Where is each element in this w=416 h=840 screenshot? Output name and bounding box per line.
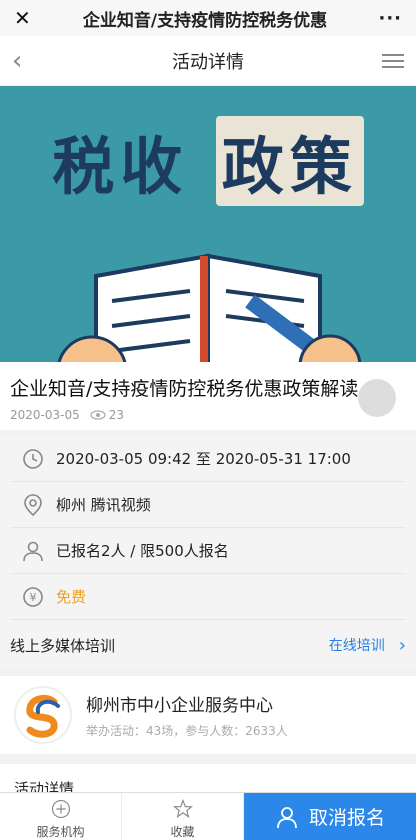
back-icon[interactable]: ‹ [12,46,40,76]
online-training-link[interactable]: 在线培训 › [329,635,406,656]
organizer-name: 柳州市中小企业服务中心 [86,696,273,716]
location-row: 柳州 腾讯视频 [10,482,406,528]
yuan-icon: ¥ [10,586,56,608]
location-pin-icon [10,493,56,517]
svg-text:¥: ¥ [30,591,37,604]
online-training-label: 在线培训 [328,638,385,654]
chevron-right-icon: › [398,634,406,656]
training-row[interactable]: 线上多媒体培训 在线培训 › [10,620,406,670]
person-icon [10,540,56,562]
signup-text: 已报名2人 / 限500人报名 [56,542,229,560]
detail-list: 2020-03-05 09:42 至 2020-05-31 17:00 柳州 腾… [0,436,416,670]
activity-header: 企业知音/支持疫情防控税务优惠政策解读 2020-03-05 23 [0,362,416,430]
cancel-signup-button[interactable]: 取消报名 [244,793,416,840]
more-icon[interactable]: ··· [372,8,402,29]
banner-image: 税收 政策 [0,86,416,362]
clock-icon [10,448,56,470]
close-icon[interactable]: ✕ [14,6,38,30]
nav-bar: ‹ 活动详情 [0,36,416,86]
views-icon: 23 [90,408,124,422]
organizer-info: 柳州市中小企业服务中心 举办活动：43场，参与人数：2633人 [86,691,288,739]
price-row: ¥ 免费 [10,574,406,620]
organizer-logo [14,686,72,744]
star-icon [172,799,193,819]
favorite-button[interactable]: 收藏 [122,793,244,840]
signup-row: 已报名2人 / 限500人报名 [10,528,406,574]
activity-title: 企业知音/支持疫情防控税务优惠政策解读 [10,378,359,400]
person-icon [277,806,297,828]
service-agency-button[interactable]: 服务机构 [0,793,122,840]
activity-date: 2020-03-05 [10,408,80,422]
organizer-stats: 举办活动：43场，参与人数：2633人 [86,724,288,738]
activity-meta: 2020-03-05 23 [10,408,406,422]
organizer-card[interactable]: 柳州市中小企业服务中心 举办活动：43场，参与人数：2633人 [0,676,416,754]
wechat-top-bar: ✕ 企业知音/支持疫情防控税务优惠 ··· [0,0,416,36]
training-type: 线上多媒体培训 [10,636,116,655]
bottom-bar: 服务机构 收藏 取消报名 [0,792,416,840]
plus-circle-icon [51,799,70,819]
location-text: 柳州 腾讯视频 [56,496,151,514]
views-count: 23 [108,408,125,422]
floating-button[interactable] [358,379,396,417]
book-illustration-icon [57,253,362,362]
time-text: 2020-03-05 09:42 至 2020-05-31 17:00 [56,450,351,468]
service-agency-label: 服务机构 [36,825,85,839]
wechat-title: 企业知音/支持疫情防控税务优惠 [82,10,328,31]
page-title: 活动详情 [172,51,244,73]
time-row: 2020-03-05 09:42 至 2020-05-31 17:00 [10,436,406,482]
price-text: 免费 [56,588,87,606]
favorite-label: 收藏 [170,825,195,839]
page: ✕ 企业知音/支持疫情防控税务优惠 ··· ‹ 活动详情 税收 政策 企业知音/… [0,0,416,840]
menu-icon[interactable] [376,53,404,68]
cancel-signup-label: 取消报名 [308,807,385,829]
